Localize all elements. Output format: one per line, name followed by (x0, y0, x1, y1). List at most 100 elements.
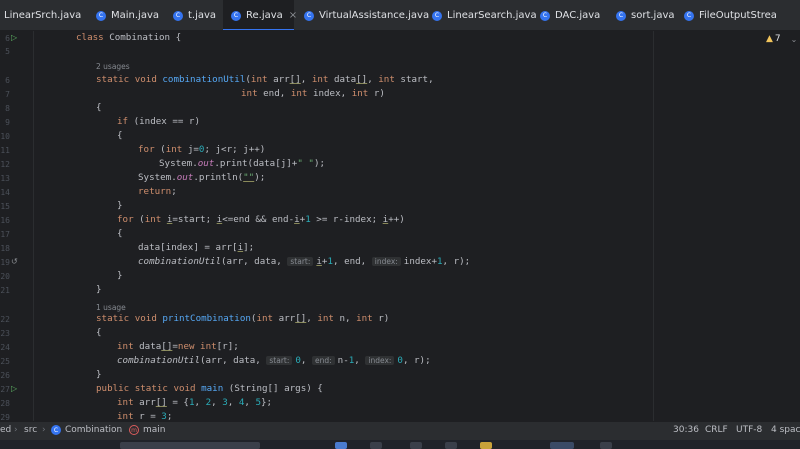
line-number: 28 (0, 399, 10, 408)
breadcrumb-separator: › (42, 425, 46, 435)
breadcrumb-ed[interactable]: ed (0, 425, 11, 435)
code-line: static void printCombination(int arr[], … (96, 313, 390, 324)
line-number: 26 (0, 371, 10, 380)
java-class-icon: C (231, 10, 241, 21)
run-icon[interactable]: ▷ (11, 384, 17, 393)
line-number: 13 (0, 174, 10, 183)
warning-count: 7 (774, 34, 781, 44)
code-line: } (117, 200, 123, 211)
line-number: 10 (0, 132, 10, 141)
code-line: public static void main (String[] args) … (96, 383, 323, 394)
tab-label: LinearSrch.java (4, 10, 82, 21)
tab-label: LinearSearch.java (447, 10, 537, 21)
line-number: 21 (0, 286, 10, 295)
param-hint: start: (287, 257, 314, 266)
caret-position[interactable]: 30:36 (673, 425, 699, 435)
file-encoding[interactable]: UTF-8 (736, 425, 762, 435)
tab-linearsrch[interactable]: LinearSrch.java (0, 0, 86, 30)
line-number: 12 (0, 160, 10, 169)
code-line: for (int j=0; j<r; j++) (138, 144, 266, 155)
tab-label: FileOutputStrea (699, 10, 777, 21)
line-number: 23 (0, 329, 10, 338)
tab-label: VirtualAssistance.java (319, 10, 430, 21)
tab-fileoutputstream[interactable]: C FileOutputStrea (674, 0, 800, 30)
code-line: data[index] = arr[i]; (138, 242, 255, 253)
class-icon: C (51, 425, 61, 435)
code-line: combinationUtil(arr, data, start: i+1, en… (138, 256, 471, 267)
breadcrumb-label: main (143, 425, 166, 435)
inspections-widget[interactable]: ▲ 7 ⌄ (766, 34, 797, 44)
tab-virtualassistance[interactable]: C VirtualAssistance.java (294, 0, 429, 30)
code-line: { (117, 130, 123, 141)
run-icon[interactable]: ▷ (11, 33, 17, 42)
recursion-icon[interactable]: ↺ (11, 257, 18, 266)
line-number-gutter: 6 ▷ 5 6 7 8 9 10 11 12 13 14 15 16 17 18… (0, 31, 34, 422)
line-number: 16 (0, 216, 10, 225)
code-line: } (117, 270, 123, 281)
line-number: 6 (5, 76, 10, 85)
taskbar-app-icon[interactable] (550, 442, 574, 449)
warning-icon: ▲ (766, 34, 773, 44)
breadcrumb-method[interactable]: m main (129, 425, 166, 435)
usages-hint[interactable]: 2 usages (96, 61, 130, 73)
line-number: 15 (0, 202, 10, 211)
code-line: for (int i=start; i<=end && end-i+1 >= r… (117, 214, 405, 225)
status-bar: ed › src › C Combination › m main 30:36 … (0, 421, 800, 440)
breadcrumb-label: Combination (65, 425, 123, 435)
line-number: 9 (5, 118, 10, 127)
code-line: return; (138, 186, 177, 197)
tab-label: Main.java (111, 10, 160, 21)
code-line: int data[]=new int[r]; (117, 341, 239, 352)
editor-tab-bar: LinearSrch.java C Main.java C t.java C R… (0, 0, 800, 31)
code-line: } (96, 369, 102, 380)
taskbar-app-icon[interactable] (445, 442, 457, 449)
line-number: 27 (0, 385, 10, 394)
code-line: { (96, 327, 102, 338)
taskbar-search[interactable] (120, 442, 260, 449)
line-number: 24 (0, 343, 10, 352)
line-number: 25 (0, 357, 10, 366)
code-line: int r = 3; (117, 411, 173, 421)
os-taskbar (0, 440, 800, 449)
tab-linearsearch[interactable]: C LinearSearch.java (422, 0, 537, 30)
line-number: 20 (0, 272, 10, 281)
java-class-icon: C (432, 10, 442, 21)
code-line: { (117, 228, 123, 239)
tab-label: sort.java (631, 10, 675, 21)
taskbar-app-icon[interactable] (600, 442, 612, 449)
breadcrumb-separator: › (14, 425, 18, 435)
line-number: 6 (5, 34, 10, 43)
code-line: int arr[] = {1, 2, 3, 4, 5}; (117, 397, 273, 408)
code-line: int end, int index, int r) (241, 88, 385, 99)
line-number: 19 (0, 258, 10, 267)
line-number: 5 (5, 47, 10, 56)
java-class-icon: C (684, 10, 694, 21)
java-class-icon: C (173, 10, 183, 21)
code-line: System.out.println(""); (138, 172, 266, 183)
breadcrumb-src[interactable]: src (24, 425, 37, 435)
tab-t[interactable]: C t.java (161, 0, 223, 30)
tab-sort[interactable]: C sort.java (606, 0, 675, 30)
tab-label: DAC.java (555, 10, 601, 21)
tab-label: t.java (188, 10, 217, 21)
taskbar-app-icon[interactable] (335, 442, 347, 449)
taskbar-app-icon[interactable] (480, 442, 492, 449)
taskbar-app-icon[interactable] (410, 442, 422, 449)
code-line: { (96, 102, 102, 113)
code-editor[interactable]: class Combination { 2 usages static void… (35, 31, 800, 421)
tab-re[interactable]: C Re.java × (223, 0, 297, 30)
chevron-down-icon[interactable]: ⌄ (791, 35, 798, 44)
breadcrumb-class[interactable]: C Combination (51, 425, 122, 435)
code-line: System.out.print(data[j]+" "); (159, 158, 326, 169)
line-separator[interactable]: CRLF (705, 425, 728, 435)
line-number: 14 (0, 188, 10, 197)
indent-setting[interactable]: 4 spac (771, 425, 800, 435)
tab-dac[interactable]: C DAC.java (530, 0, 606, 30)
param-hint: index: (365, 356, 395, 365)
taskbar-app-icon[interactable] (370, 442, 382, 449)
breadcrumb-separator: › (119, 425, 123, 435)
code-line: class Combination { (76, 32, 182, 43)
line-number: 22 (0, 315, 10, 324)
tab-main[interactable]: C Main.java (86, 0, 161, 30)
line-number: 7 (5, 90, 10, 99)
